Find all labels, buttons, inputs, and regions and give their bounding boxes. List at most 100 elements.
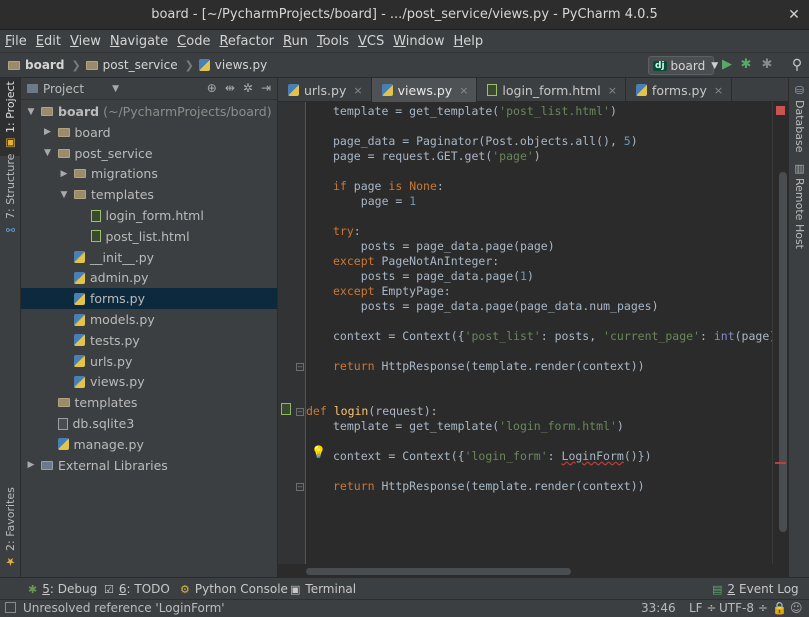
tree-item[interactable]: ▼ post_service [21, 143, 277, 164]
code-line[interactable]: return HttpResponse(template.render(cont… [333, 479, 645, 494]
expand-arrow-icon[interactable]: ▼ [25, 107, 37, 117]
tree-item[interactable]: ▼ templates [21, 184, 277, 205]
tree-item[interactable]: __init__.py [21, 247, 277, 268]
breadcrumb-project[interactable]: board [8, 58, 64, 72]
bottom-tool-terminal[interactable]: ▣ Terminal [290, 582, 356, 596]
menu-item-run[interactable]: Run [283, 34, 308, 49]
run-icon[interactable]: ▶ [719, 57, 735, 73]
code-line[interactable]: context = Context({'login_form': LoginFo… [333, 449, 652, 464]
close-tab-icon[interactable]: × [459, 84, 468, 97]
tree-item[interactable]: ▶ External Libraries [21, 455, 277, 476]
tree-item[interactable]: ▶ board [21, 122, 277, 143]
close-tab-icon[interactable]: × [714, 84, 723, 97]
tab-views-py[interactable]: views.py × [371, 78, 478, 102]
menu-item-navigate[interactable]: Navigate [110, 34, 168, 49]
menu-item-code[interactable]: Code [177, 34, 210, 49]
code-line[interactable]: except EmptyPage: [333, 284, 451, 299]
code-line[interactable]: page = 1 [361, 194, 416, 209]
search-icon[interactable]: ⚲ [789, 57, 805, 73]
code-line[interactable]: page_data = Paginator(Post.objects.all()… [333, 134, 638, 149]
tree-item[interactable]: manage.py [21, 434, 277, 455]
breadcrumb-views-py[interactable]: views.py [198, 58, 267, 72]
code-line[interactable]: posts = page_data.page(page) [361, 239, 555, 254]
expand-arrow-icon[interactable]: ▼ [42, 148, 54, 158]
run-configuration-select[interactable]: dj board ▼ [648, 56, 718, 75]
caret-position[interactable]: 33:46 [641, 601, 676, 615]
menu-item-window[interactable]: Window [393, 34, 444, 49]
chevron-down-icon[interactable]: ▼ [112, 84, 119, 94]
tree-item[interactable]: ▶ migrations [21, 163, 277, 184]
tab-favorites-tool[interactable]: ★ 2: Favorites [0, 487, 21, 574]
menu-item-view[interactable]: View [70, 34, 101, 49]
tree-item[interactable]: models.py [21, 309, 277, 330]
tab-urls-py[interactable]: urls.py × [278, 78, 372, 102]
menu-item-tools[interactable]: Tools [317, 34, 349, 49]
menu-item-refactor[interactable]: Refactor [219, 34, 274, 49]
code-editor[interactable]: 💡 template = get_template('post_list.htm… [306, 102, 772, 564]
file-encoding[interactable]: UTF-8 ÷ [719, 601, 768, 615]
code-line[interactable]: context = Context({'post_list': posts, '… [333, 329, 772, 344]
menu-item-file[interactable]: File [5, 34, 27, 49]
tree-item[interactable]: admin.py [21, 267, 277, 288]
toggle-tool-windows-icon[interactable] [5, 602, 16, 613]
fold-marker-icon[interactable]: − [296, 483, 304, 491]
menu-item-vcs[interactable]: VCS [358, 34, 384, 49]
fold-marker-icon[interactable]: − [296, 363, 304, 371]
tab-structure-tool[interactable]: ⚯ 7: Structure [0, 154, 21, 242]
html-template-icon[interactable] [281, 403, 291, 415]
tree-item[interactable]: templates [21, 392, 277, 413]
collapse-all-icon[interactable]: ⇹ [225, 81, 235, 95]
horizontal-scroll-thumb[interactable] [306, 568, 571, 575]
bottom-tool-debug[interactable]: ✱ 5: Debug [28, 582, 97, 596]
code-line[interactable]: except PageNotAnInteger: [333, 254, 499, 269]
gear-icon[interactable]: ✲ [243, 81, 253, 95]
lock-icon[interactable]: 🔒 [772, 601, 787, 615]
code-line[interactable]: if page is None: [333, 179, 444, 194]
tree-item[interactable]: db.sqlite3 [21, 413, 277, 434]
code-line[interactable]: template = get_template('post_list.html'… [333, 104, 617, 119]
bottom-tool-pythonconsole[interactable]: ⚙ Python Console [180, 582, 288, 596]
scroll-from-source-icon[interactable]: ⊕ [207, 81, 217, 95]
event-log-button[interactable]: ▤ 2 Event Log [712, 582, 799, 596]
error-stripe-mark[interactable] [775, 462, 786, 464]
close-tab-icon[interactable]: × [353, 84, 362, 97]
tree-item[interactable]: urls.py [21, 351, 277, 372]
tab-forms-py[interactable]: forms.py × [626, 78, 733, 102]
code-line[interactable]: posts = page_data.page(1) [361, 269, 534, 284]
line-separator[interactable]: LF ÷ [689, 601, 716, 615]
tab-remote-host-tool[interactable]: ▥ Remote Host [789, 162, 809, 249]
code-line[interactable]: template = get_template('login_form.html… [333, 419, 624, 434]
code-line[interactable]: posts = page_data.page(page_data.num_pag… [361, 299, 659, 314]
code-line[interactable]: page = request.GET.get('page') [333, 149, 541, 164]
editor-horizontal-scrollbar[interactable] [306, 564, 772, 577]
collapse-arrow-icon[interactable]: ▶ [58, 169, 70, 179]
close-window-button[interactable]: ✕ [785, 6, 803, 24]
editor-gutter[interactable]: − − − [278, 102, 306, 564]
close-tab-icon[interactable]: × [608, 84, 617, 97]
breadcrumb-post-service[interactable]: post_service [85, 58, 178, 72]
tab-project-tool[interactable]: ▣ 1: Project [0, 78, 21, 156]
code-line[interactable]: try: [333, 224, 361, 239]
collapse-arrow-icon[interactable]: ▶ [25, 460, 37, 470]
error-indicator-icon[interactable] [776, 106, 785, 115]
tree-item[interactable]: views.py [21, 371, 277, 392]
tab-database-tool[interactable]: ⛁ Database [789, 84, 809, 153]
editor-vertical-scrollbar[interactable] [772, 102, 788, 564]
menu-item-help[interactable]: Help [454, 34, 484, 49]
tree-item[interactable]: post_list.html [21, 226, 277, 247]
code-line[interactable]: def login(request): [306, 404, 438, 419]
lightbulb-icon[interactable]: 💡 [311, 445, 326, 459]
debug-icon[interactable]: ✱ [738, 57, 754, 73]
tree-item[interactable]: login_form.html [21, 205, 277, 226]
collapse-arrow-icon[interactable]: ▶ [42, 127, 54, 137]
bottom-tool-todo[interactable]: ☑ 6: TODO [104, 582, 170, 596]
tree-item[interactable]: tests.py [21, 330, 277, 351]
inspector-icon[interactable]: ☺ [790, 601, 803, 615]
tree-item[interactable]: ▼ board (~/PycharmProjects/board) [21, 101, 277, 122]
tab-login-form-html[interactable]: login_form.html × [477, 78, 626, 102]
fold-marker-icon[interactable]: − [296, 408, 304, 416]
hide-icon[interactable]: ⇥ [261, 81, 271, 95]
expand-arrow-icon[interactable]: ▼ [58, 190, 70, 200]
vertical-scroll-thumb[interactable] [779, 172, 787, 532]
coverage-icon[interactable]: ✱ [759, 57, 775, 73]
